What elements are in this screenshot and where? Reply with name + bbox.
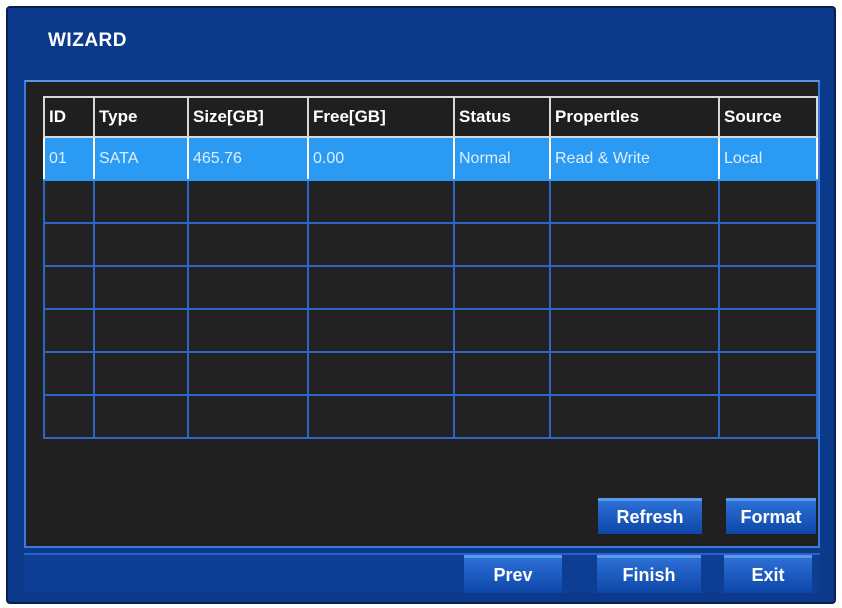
empty-table-row [43, 179, 818, 224]
header-id: ID [43, 96, 95, 138]
prev-button[interactable]: Prev [464, 555, 562, 593]
exit-button[interactable]: Exit [724, 555, 812, 593]
cell-free: 0.00 [307, 136, 455, 181]
cell-source: Local [718, 136, 818, 181]
cell-status: Normal [453, 136, 551, 181]
cell-properties: Read & Write [549, 136, 720, 181]
finish-button[interactable]: Finish [597, 555, 701, 593]
format-button[interactable]: Format [726, 498, 816, 534]
header-status: Status [453, 96, 551, 138]
footer-bar: Prev Finish Exit [24, 553, 820, 593]
table-row[interactable]: 01 SATA 465.76 0.00 Normal Read & Write … [43, 136, 818, 181]
empty-table-row [43, 351, 818, 396]
refresh-button[interactable]: Refresh [598, 498, 702, 534]
table-header-row: ID Type Size[GB] Free[GB] Status Propert… [43, 96, 818, 138]
wizard-window: WIZARD ID Type Size[GB] Free[GB] Status … [6, 6, 836, 604]
empty-table-row [43, 394, 818, 439]
window-title: WIZARD [48, 30, 127, 51]
disk-table: ID Type Size[GB] Free[GB] Status Propert… [43, 96, 818, 439]
cell-size: 465.76 [187, 136, 309, 181]
header-source: Source [718, 96, 818, 138]
empty-table-row [43, 222, 818, 267]
header-free: Free[GB] [307, 96, 455, 138]
empty-table-row [43, 265, 818, 310]
header-size: Size[GB] [187, 96, 309, 138]
empty-table-row [43, 308, 818, 353]
header-properties: Propertles [549, 96, 720, 138]
cell-type: SATA [93, 136, 189, 181]
cell-id: 01 [43, 136, 95, 181]
header-type: Type [93, 96, 189, 138]
disk-panel: ID Type Size[GB] Free[GB] Status Propert… [24, 80, 820, 548]
